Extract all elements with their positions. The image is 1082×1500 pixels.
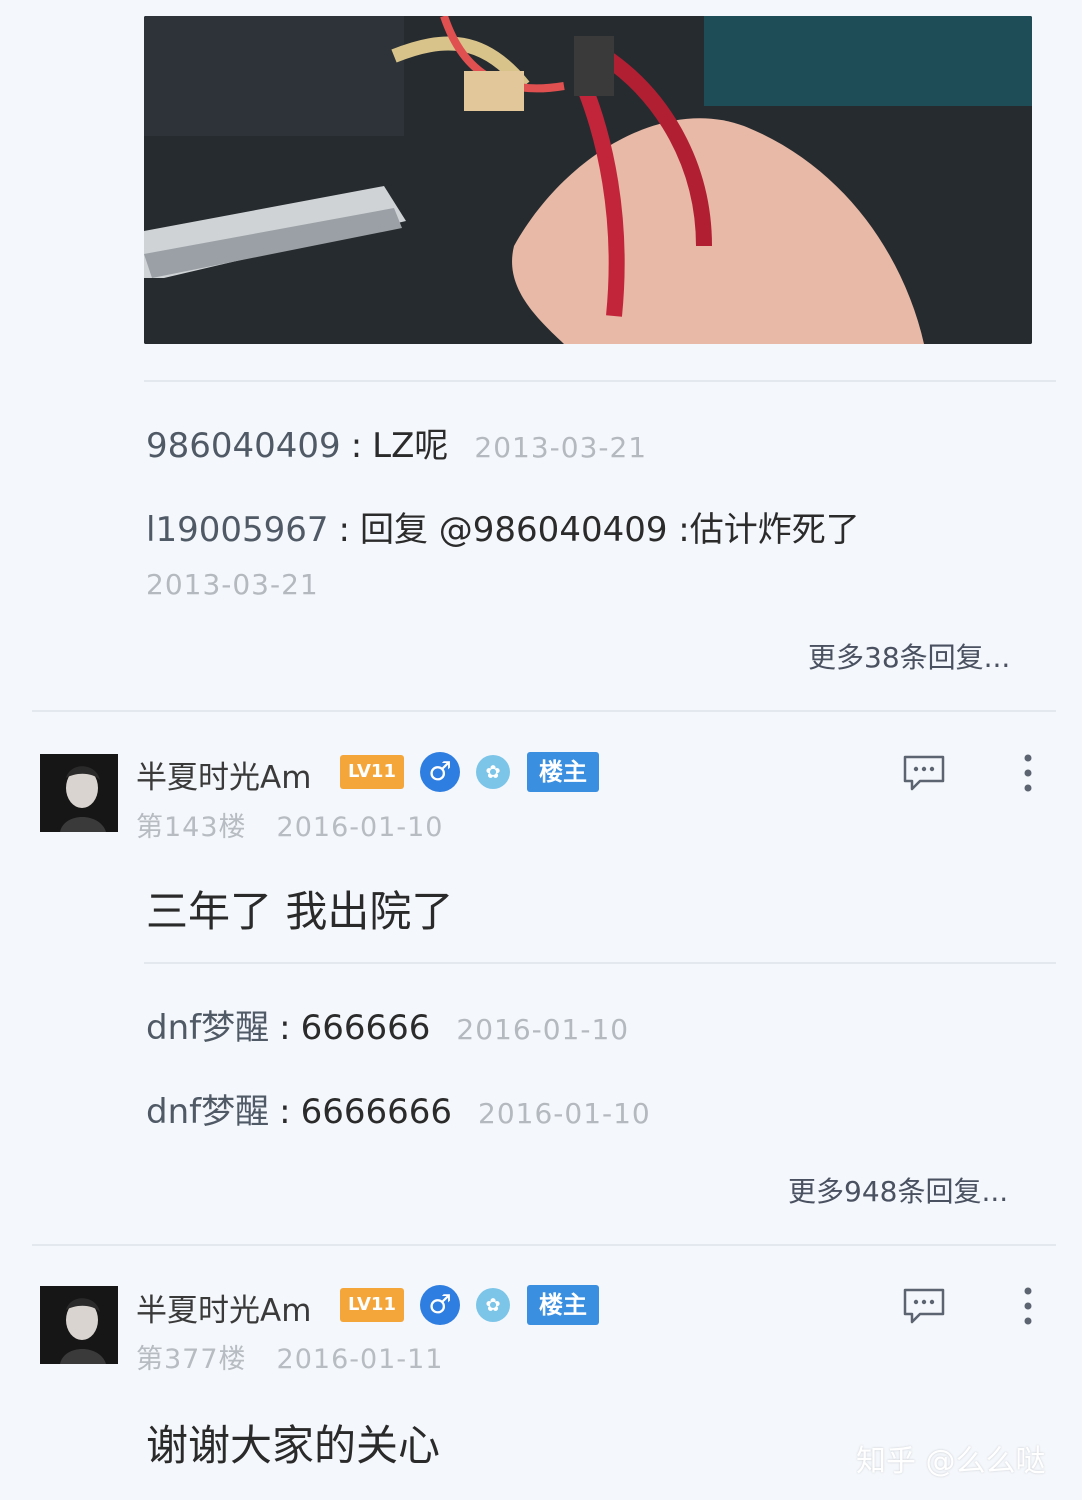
divider [32, 1244, 1056, 1246]
floor-number: 第377楼 [136, 1344, 247, 1375]
avatar-image [40, 754, 118, 832]
reply-text: 6666666 [300, 1092, 453, 1132]
reply-text: LZ呢 [372, 426, 449, 466]
more-replies-link[interactable]: 更多38条回复... [808, 636, 1010, 676]
floor-number: 第143楼 [136, 812, 247, 843]
more-replies-link[interactable]: 更多948条回复... [788, 1170, 1008, 1210]
more-vertical-icon[interactable] [1022, 1286, 1034, 1330]
reply-item[interactable]: dnf梦醒:6666666 2016-01-10 [146, 1092, 651, 1134]
post-username[interactable]: 半夏时光Am [136, 752, 311, 797]
reply-username[interactable]: dnf梦醒 [146, 1092, 269, 1132]
reply-colon: : [279, 1092, 291, 1132]
post-meta: 第143楼 2016-01-10 [136, 805, 443, 844]
post-meta: 第377楼 2016-01-11 [136, 1337, 443, 1376]
avatar[interactable] [40, 754, 118, 832]
more-vertical-icon[interactable] [1022, 753, 1034, 797]
avatar-image [40, 1286, 118, 1364]
comment-icon-glyph [903, 1288, 945, 1324]
reply-colon: : [279, 1008, 291, 1048]
level-badge: LV11 [340, 1288, 404, 1322]
more-vertical-glyph [1024, 754, 1032, 792]
comment-icon[interactable] [902, 1287, 946, 1329]
reply-item[interactable]: dnf梦醒:666666 2016-01-10 [146, 1008, 629, 1050]
reply-username[interactable]: l19005967 [146, 510, 329, 550]
post-photo[interactable] [144, 16, 1032, 344]
post-content: 谢谢大家的关心 [146, 1421, 441, 1470]
reply-item[interactable]: 986040409: LZ呢 2013-03-21 [146, 426, 647, 468]
reply-colon: : [338, 510, 350, 550]
reply-item[interactable]: l19005967: 回复 @986040409 :估计炸死了 [146, 510, 860, 550]
host-badge: 楼主 [527, 752, 599, 792]
host-badge: 楼主 [527, 1285, 599, 1325]
photo-illustration [144, 16, 1032, 344]
post-content: 三年了 我出院了 [146, 887, 454, 936]
reply-username[interactable]: 986040409 [146, 426, 341, 466]
reply-text: 666666 [300, 1008, 431, 1048]
level-badge: LV11 [340, 755, 404, 789]
medal-icon: ✿ [476, 1288, 510, 1322]
reply-username[interactable]: dnf梦醒 [146, 1008, 269, 1048]
watermark: 知乎 @么么哒 [856, 1444, 1046, 1479]
reply-date: 2013-03-21 [474, 431, 648, 464]
divider [32, 710, 1056, 712]
post-date: 2016-01-11 [276, 1344, 444, 1375]
post-username[interactable]: 半夏时光Am [136, 1285, 311, 1330]
male-icon: ♂ [420, 752, 460, 792]
reply-date: 2016-01-10 [456, 1013, 630, 1046]
medal-icon: ✿ [476, 755, 510, 789]
comment-icon[interactable] [902, 754, 946, 796]
comment-icon-glyph [903, 755, 945, 791]
reply-date: 2013-03-21 [146, 568, 319, 601]
more-vertical-glyph [1024, 1287, 1032, 1325]
male-icon: ♂ [420, 1285, 460, 1325]
post-date: 2016-01-10 [276, 812, 444, 843]
reply-text: 回复 @986040409 :估计炸死了 [359, 510, 860, 550]
avatar[interactable] [40, 1286, 118, 1364]
reply-colon: : [350, 426, 363, 466]
reply-date: 2016-01-10 [478, 1097, 651, 1130]
divider [144, 380, 1056, 382]
divider [144, 962, 1056, 964]
